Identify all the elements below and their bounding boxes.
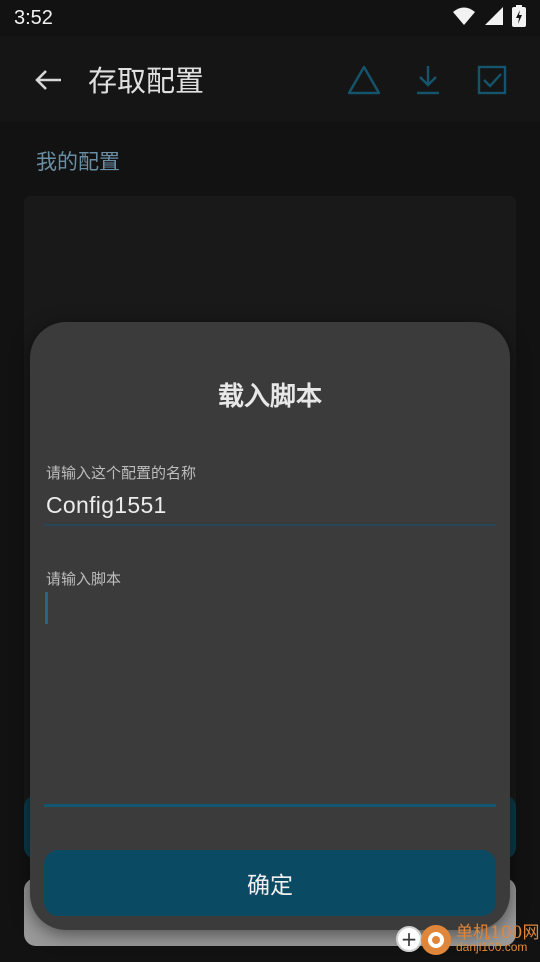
wifi-icon	[452, 6, 476, 30]
checkbox-icon	[477, 65, 507, 95]
confirm-button[interactable]: 确定	[44, 850, 496, 916]
watermark-url: danji100.com	[456, 940, 528, 954]
status-icons	[452, 5, 526, 31]
status-time: 3:52	[14, 6, 53, 29]
section-label: 我的配置	[36, 150, 120, 174]
script-input[interactable]	[44, 584, 496, 804]
arrow-left-icon	[35, 70, 61, 90]
warning-icon	[347, 65, 381, 95]
signal-icon	[484, 6, 504, 30]
text-cursor	[45, 592, 48, 624]
name-input-underline	[44, 524, 496, 526]
app-bar: 存取配置	[0, 36, 540, 122]
load-script-dialog: 载入脚本 请输入这个配置的名称 Config1551 请输入脚本 确定	[30, 322, 510, 930]
battery-charging-icon	[512, 5, 526, 31]
select-all-button[interactable]	[472, 60, 512, 100]
dialog-title: 载入脚本	[217, 382, 322, 412]
download-button[interactable]	[408, 60, 448, 100]
page-title: 存取配置	[88, 64, 205, 98]
watermark: + 单机100网 danji100.com	[392, 914, 540, 960]
config-name-input[interactable]: Config1551	[46, 492, 167, 519]
name-field-label: 请输入这个配置的名称	[46, 464, 197, 482]
status-bar: 3:52	[0, 0, 540, 36]
back-button[interactable]	[28, 60, 68, 100]
watermark-logo-icon	[418, 918, 454, 962]
warning-button[interactable]	[344, 60, 384, 100]
script-input-underline	[44, 804, 496, 807]
download-icon	[417, 66, 439, 95]
